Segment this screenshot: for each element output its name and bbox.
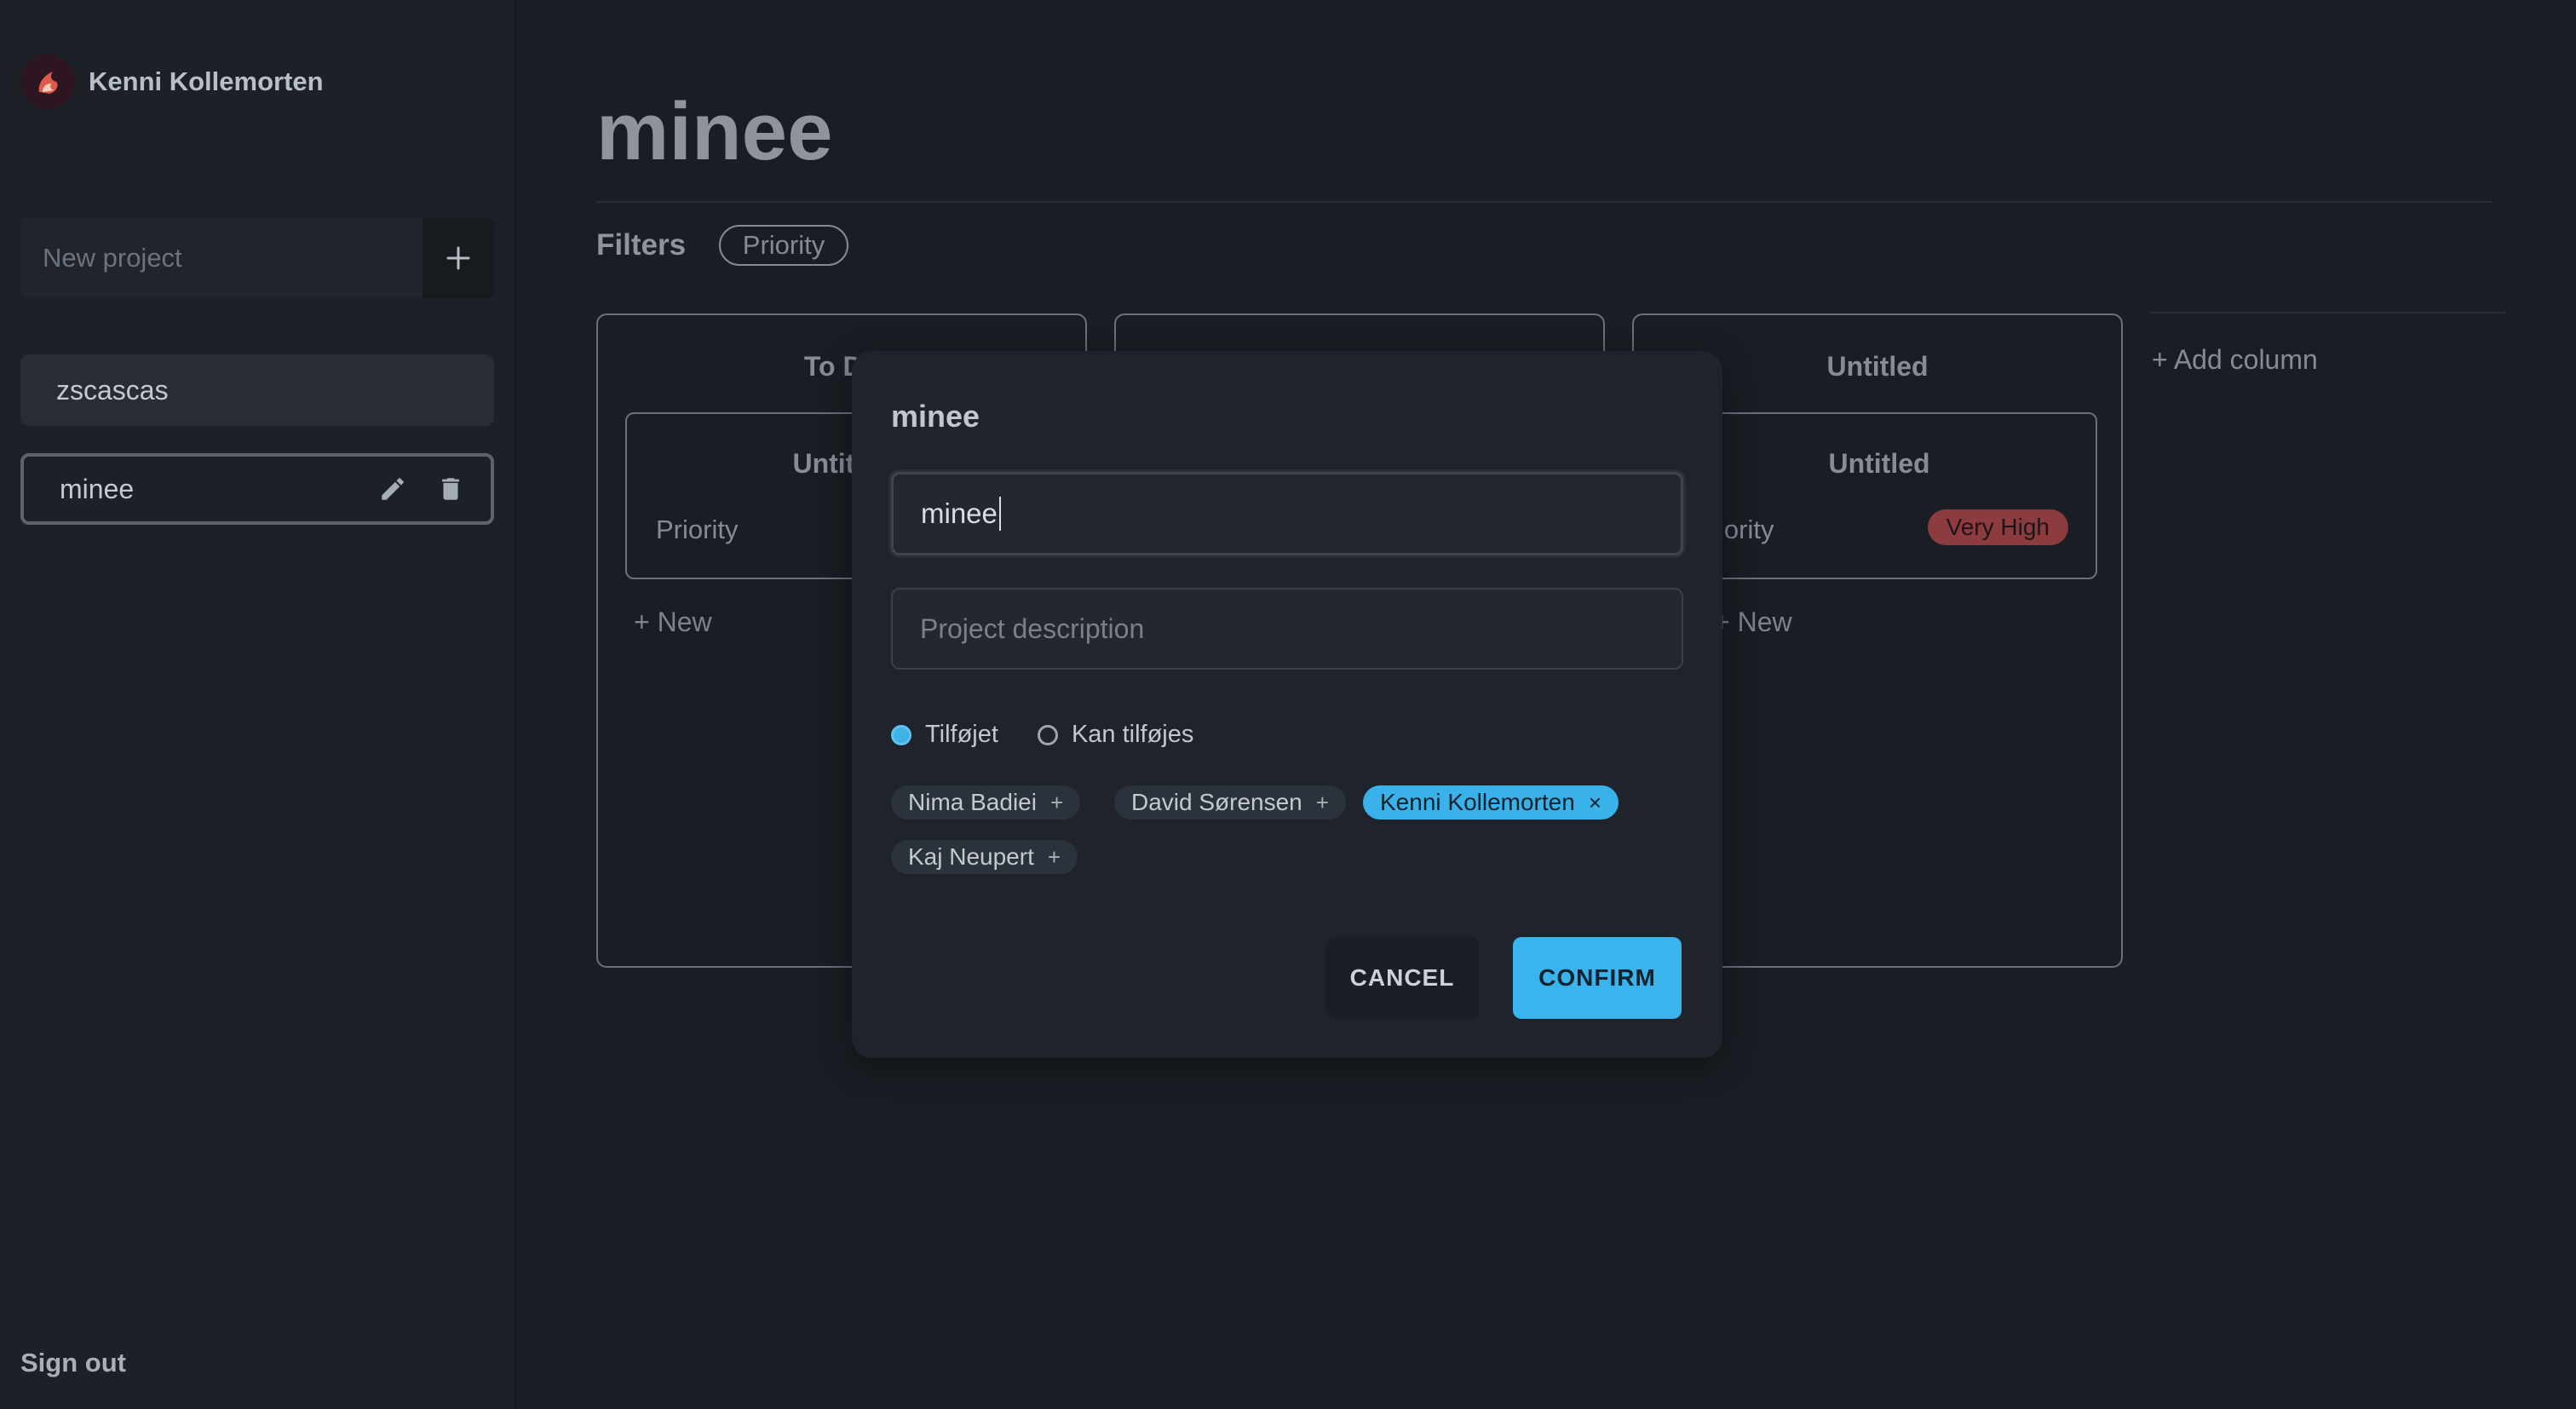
add-project-button[interactable] (423, 218, 494, 298)
filter-chip-priority[interactable]: Priority (719, 225, 848, 266)
new-card-label: New (657, 607, 712, 637)
new-card-label: New (1737, 607, 1792, 637)
sidebar: Kenni Kollemorten New project zscascas m… (0, 0, 516, 1409)
radio-added[interactable]: Tilføjet (891, 721, 998, 749)
member-chip[interactable]: Nima Badiei + (891, 785, 1081, 820)
new-card-button[interactable]: + New (634, 607, 712, 638)
page-title: minee (596, 86, 833, 177)
new-project-form: New project (20, 218, 494, 298)
project-label: zscascas (56, 374, 169, 405)
member-filter-radios: Tilføjet Kan tilføjes (891, 721, 1233, 749)
project-name-value: minee (921, 497, 998, 529)
user-profile: Kenni Kollemorten (20, 55, 324, 109)
member-chip-selected[interactable]: Kenni Kollemorten × (1363, 785, 1619, 820)
radio-can-add[interactable]: Kan tilføjes (1037, 721, 1194, 749)
trash-icon[interactable] (436, 474, 465, 503)
sidebar-item-minee[interactable]: minee (20, 453, 494, 525)
project-name-input[interactable]: minee (891, 472, 1683, 555)
divider (596, 201, 2493, 203)
filters-label: Filters (596, 228, 687, 262)
project-label: minee (60, 473, 135, 504)
app-root: Kenni Kollemorten New project zscascas m… (0, 0, 2576, 1409)
text-caret (998, 497, 1001, 531)
add-member-icon[interactable]: + (1316, 790, 1329, 816)
confirm-button[interactable]: CONFIRM (1513, 937, 1682, 1019)
task-card[interactable]: Untitled Priority Very High (1661, 412, 2097, 579)
member-name: Kaj Neupert (908, 843, 1034, 870)
cancel-button[interactable]: CANCEL (1325, 937, 1479, 1019)
member-name: David Sørensen (1131, 789, 1302, 815)
add-member-icon[interactable]: + (1048, 844, 1061, 871)
member-chip[interactable]: David Sørensen + (1114, 785, 1346, 820)
plus-icon (446, 246, 470, 270)
remove-member-icon[interactable]: × (1589, 790, 1601, 816)
radio-label: Kan tilføjes (1071, 721, 1194, 748)
edit-project-dialog: minee minee Project description Tilføjet… (852, 351, 1722, 1058)
add-column-label: Add column (2173, 344, 2318, 375)
priority-badge: Very High (1927, 509, 2068, 545)
edit-icon[interactable] (378, 474, 407, 503)
sidebar-item-zscascas[interactable]: zscascas (20, 354, 494, 426)
sign-out-link[interactable]: Sign out (20, 1348, 126, 1378)
member-name: Kenni Kollemorten (1380, 789, 1575, 815)
add-column-button[interactable]: + Add column (2152, 344, 2318, 376)
radio-selected-icon (891, 724, 911, 745)
add-member-icon[interactable]: + (1050, 790, 1063, 816)
card-property-label: Priority (656, 515, 739, 544)
new-card-button[interactable]: + New (1714, 607, 1792, 638)
divider (2150, 312, 2506, 313)
member-name: Nima Badiei (908, 789, 1037, 815)
dialog-title: minee (891, 399, 980, 434)
card-title: Untitled (1828, 448, 1930, 479)
radio-label: Tilføjet (925, 721, 998, 748)
member-chip[interactable]: Kaj Neupert + (891, 840, 1078, 874)
avatar (20, 55, 75, 109)
user-name: Kenni Kollemorten (89, 66, 324, 96)
new-project-input[interactable]: New project (20, 218, 423, 298)
radio-unselected-icon (1037, 724, 1058, 745)
project-description-input[interactable]: Project description (891, 588, 1683, 670)
